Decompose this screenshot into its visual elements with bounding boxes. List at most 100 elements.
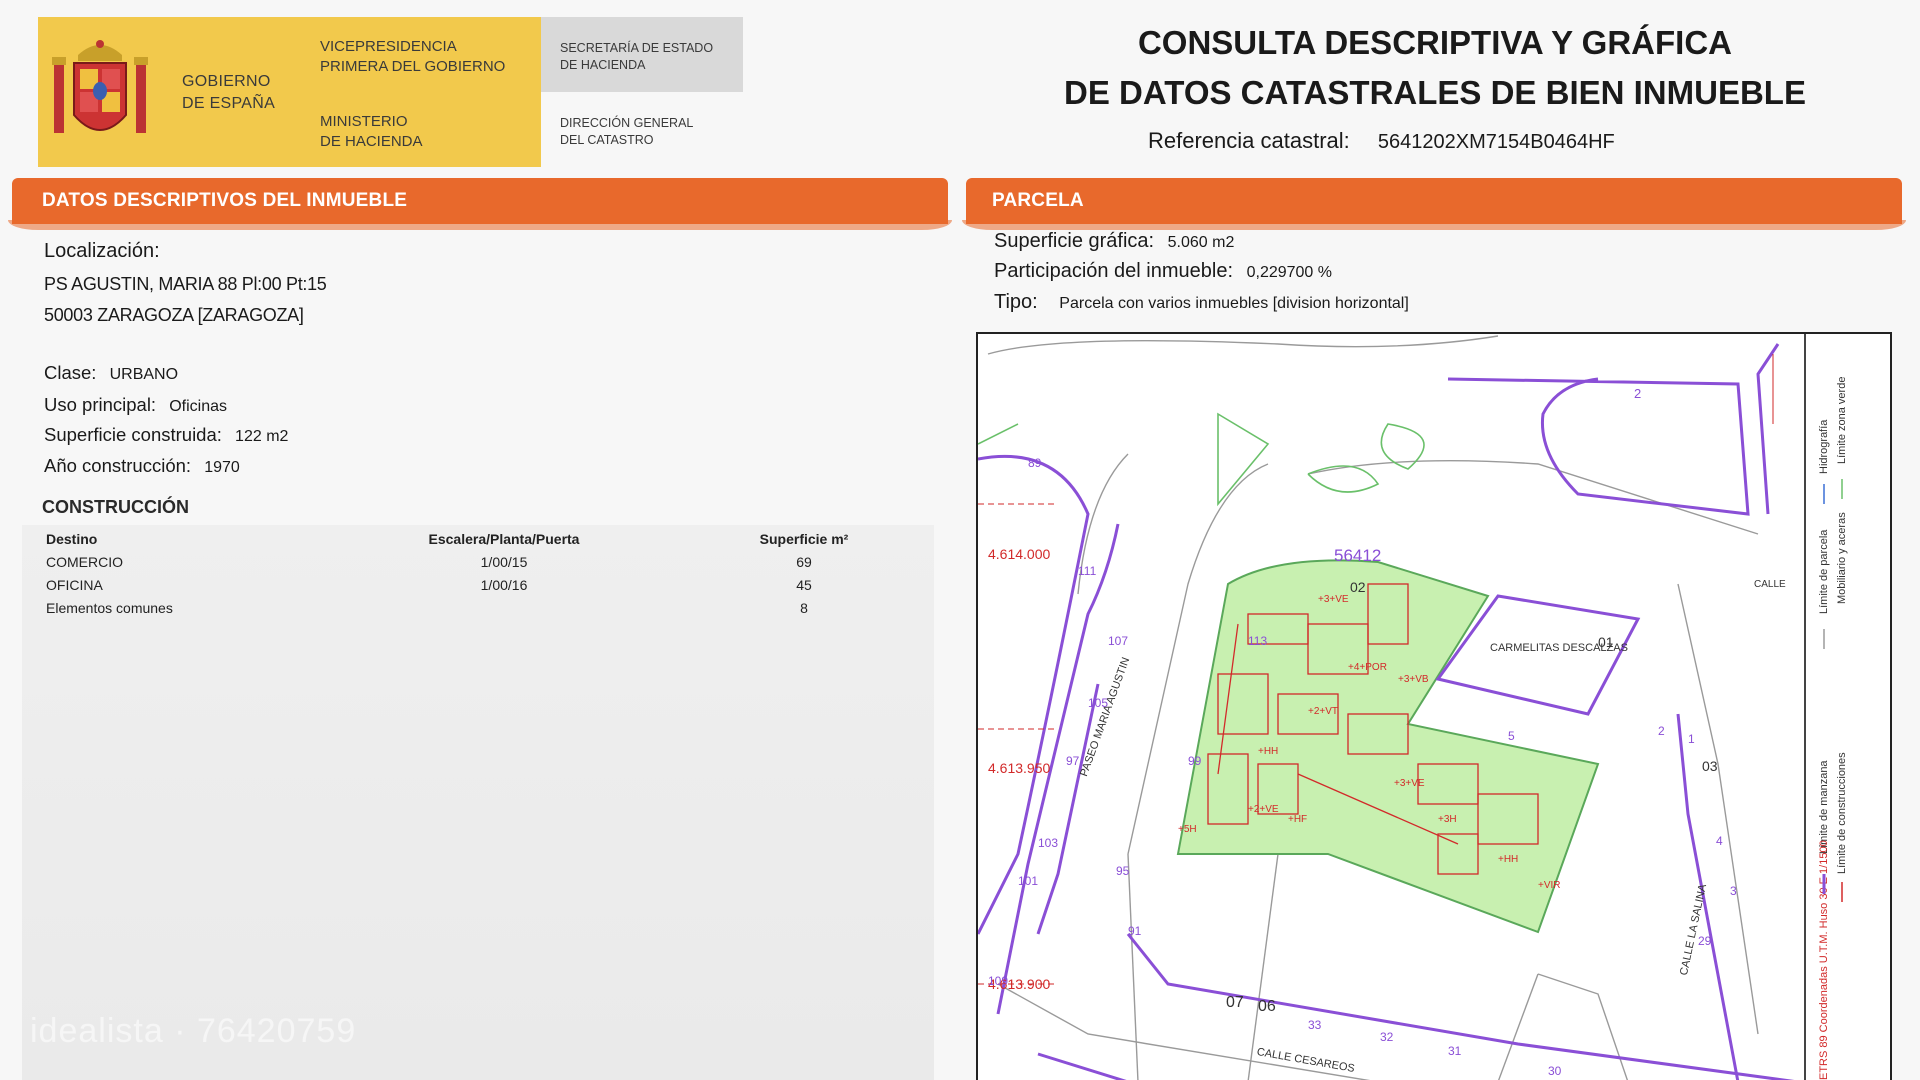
min-line-2: DE HACIENDA <box>320 133 423 150</box>
ref-label: Referencia catastral: <box>1148 128 1350 153</box>
construction-tag: +HH <box>1498 854 1519 865</box>
title-line-1: CONSULTA DESCRIPTIVA Y GRÁFICA <box>1137 24 1733 61</box>
address-line-1: PS AGUSTIN, MARIA 88 Pl:00 Pt:15 <box>44 274 327 294</box>
superficie-label: Superficie construida: <box>44 424 222 445</box>
clase-label: Clase: <box>44 362 97 383</box>
cadastral-reference: Referencia catastral: 5641202XM7154B0464… <box>1148 128 1615 154</box>
vicepresidencia-label: VICEPRESIDENCIA PRIMERA DEL GOBIERNO <box>320 37 505 77</box>
descriptive-data-bar: DATOS DESCRIPTIVOS DEL INMUEBLE <box>8 178 952 230</box>
table-header-row: Destino Escalera/Planta/Puerta Superfici… <box>22 528 934 550</box>
col-destino: Destino <box>46 531 98 547</box>
parcel-number: 02 <box>1350 579 1366 595</box>
participacion-label: Participación del inmueble: <box>994 260 1234 282</box>
house-number: 2 <box>1634 386 1642 401</box>
uso-label: Uso principal: <box>44 394 157 415</box>
anio-row: Año construcción: 1970 <box>44 455 240 477</box>
house-number: 91 <box>1128 924 1142 938</box>
parcel-number: 07 <box>1226 994 1244 1011</box>
tipo-row: Tipo: Parcela con varios inmuebles [divi… <box>994 291 1409 314</box>
anio-label: Año construcción: <box>44 455 192 476</box>
secretaria-label: SECRETARÍA DE ESTADO DE HACIENDA <box>560 40 713 74</box>
house-number: 32 <box>1380 1030 1394 1044</box>
table-row: OFICINA 1/00/16 45 <box>22 573 934 596</box>
house-number: 99 <box>1188 754 1202 768</box>
parcel-number: 03 <box>1702 758 1718 774</box>
superficie-row: Superficie construida: 122 m2 <box>44 424 288 446</box>
coord-label: 4.614.000 <box>988 546 1051 562</box>
house-number: 33 <box>1308 1018 1322 1032</box>
cell-superficie: 8 <box>800 599 808 616</box>
house-number: 5 <box>1508 729 1515 743</box>
cadastral-map[interactable]: 4.614.000 4.613.950 4.613.900 56412 02 0… <box>976 332 1892 1080</box>
tipo-label: Tipo: <box>994 291 1038 313</box>
construction-tag: +5H <box>1178 824 1197 835</box>
construction-table: Destino Escalera/Planta/Puerta Superfici… <box>22 528 934 619</box>
house-number: 1 <box>1688 732 1695 746</box>
cell-superficie: 69 <box>796 553 812 570</box>
house-number: 105 <box>1088 696 1109 710</box>
construction-tag: +HH <box>1258 746 1279 757</box>
location-block: Localización: PS AGUSTIN, MARIA 88 Pl:00… <box>44 240 327 331</box>
gov-line-1: GOBIERNO <box>182 73 271 90</box>
coat-of-arms-icon <box>38 17 148 167</box>
location-label: Localización: <box>44 240 160 262</box>
gov-line-2: DE ESPAÑA <box>182 95 276 112</box>
parcel-title: PARCELA <box>992 190 1084 211</box>
min-line-1: MINISTERIO <box>320 113 408 130</box>
construction-tag: +3+VE <box>1394 778 1425 789</box>
tipo-value: Parcela con varios inmuebles [division h… <box>1059 295 1409 312</box>
direccion-label: DIRECCIÓN GENERAL DEL CATASTRO <box>560 115 693 149</box>
construction-tag: +3H <box>1438 814 1457 825</box>
col-escalera: Escalera/Planta/Puerta <box>428 531 580 547</box>
parcel-number: 06 <box>1258 998 1276 1015</box>
cell-destino: OFICINA <box>46 576 103 593</box>
construction-tag: +4+POR <box>1348 662 1387 673</box>
parcel-bar: PARCELA <box>962 178 1906 230</box>
participacion-value: 0,229700 % <box>1246 264 1332 281</box>
green-zones <box>978 412 1425 507</box>
ref-value: 5641202XM7154B0464HF <box>1377 131 1615 153</box>
street-label: CALLE <box>1754 579 1786 590</box>
sec-line-2: DE HACIENDA <box>560 58 646 72</box>
superficie-grafica-row: Superficie gráfica: 5.060 m2 <box>994 230 1234 253</box>
building-label: CARMELITAS DESCALZAS <box>1490 642 1628 654</box>
legend-swatches <box>1822 479 1843 902</box>
title-line-2: DE DATOS CATASTRALES DE BIEN INMUEBLE <box>1064 74 1806 111</box>
sec-line-1: SECRETARÍA DE ESTADO <box>560 41 714 55</box>
construction-tag: +3+VB <box>1398 674 1429 685</box>
house-number: 97 <box>1066 754 1080 768</box>
construction-tag: +VIR <box>1538 880 1561 891</box>
descriptive-data-title: DATOS DESCRIPTIVOS DEL INMUEBLE <box>42 190 408 211</box>
construction-tag: +3+VE <box>1318 594 1349 605</box>
vice-line-1: VICEPRESIDENCIA <box>320 38 457 55</box>
cell-escalera: 1/00/16 <box>480 576 528 593</box>
address-line-2: 50003 ZARAGOZA [ZARAGOZA] <box>44 305 304 325</box>
col-superficie: Superficie m² <box>759 531 849 547</box>
house-number: 89 <box>1028 456 1042 470</box>
house-number: 111 <box>1078 564 1097 578</box>
cell-escalera: 1/00/15 <box>480 553 528 570</box>
house-number: 109 <box>988 974 1009 988</box>
house-number: 103 <box>1038 836 1059 850</box>
house-number: 113 <box>1248 634 1268 648</box>
house-number: 95 <box>1116 864 1130 878</box>
house-number: 31 <box>1448 1044 1462 1058</box>
cell-escalera <box>334 596 674 619</box>
house-number: 29 <box>1698 934 1712 948</box>
map-legend: Límite de manzana Límite de parcela Lími… <box>1804 334 1890 1080</box>
house-number: 4 <box>1716 834 1723 848</box>
clase-value: URBANO <box>109 366 179 383</box>
construction-title: CONSTRUCCIÓN <box>42 497 189 517</box>
house-number: 3 <box>1730 884 1737 898</box>
cell-superficie: 45 <box>796 576 812 593</box>
document-title: CONSULTA DESCRIPTIVA Y GRÁFICA DE DATOS … <box>1020 18 1850 118</box>
table-row: COMERCIO 1/00/15 69 <box>22 550 934 573</box>
house-number: 101 <box>1018 874 1039 888</box>
gov-name: GOBIERNO DE ESPAÑA <box>182 71 275 115</box>
vice-line-2: PRIMERA DEL GOBIERNO <box>320 58 506 75</box>
dir-line-1: DIRECCIÓN GENERAL <box>560 116 694 130</box>
superficie-value: 122 m2 <box>235 428 289 445</box>
dir-line-2: DEL CATASTRO <box>560 133 654 147</box>
table-row: Elementos comunes 8 <box>22 596 934 619</box>
cell-destino: Elementos comunes <box>46 599 173 616</box>
